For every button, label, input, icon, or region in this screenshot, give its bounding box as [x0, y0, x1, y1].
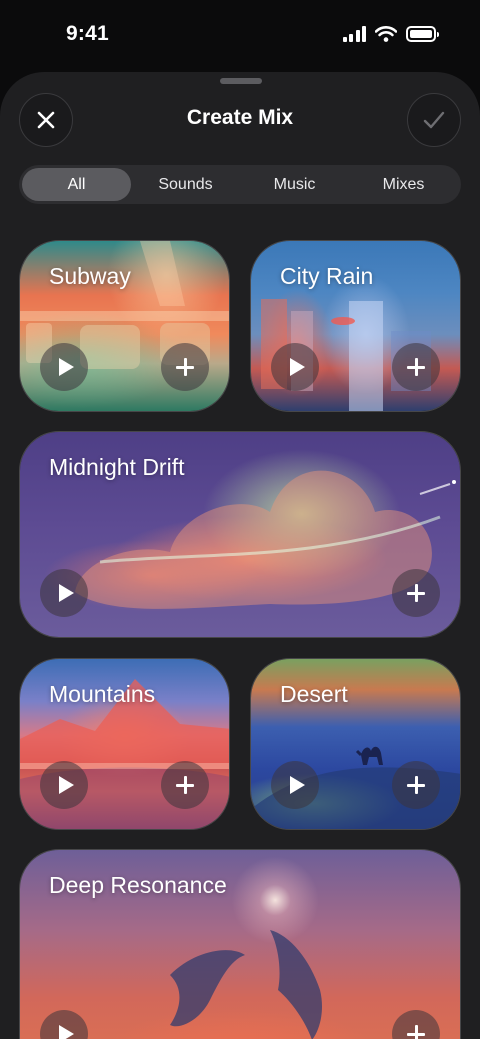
add-button[interactable]: [392, 761, 440, 809]
play-button[interactable]: [40, 761, 88, 809]
plus-icon: [176, 776, 194, 794]
card-title: Midnight Drift: [49, 454, 185, 480]
wifi-icon: [375, 26, 397, 42]
card-title: City Rain: [280, 263, 374, 289]
battery-icon: [406, 26, 439, 42]
card-title: Mountains: [49, 681, 156, 707]
tab-sounds[interactable]: Sounds: [131, 168, 240, 201]
tab-all[interactable]: All: [22, 168, 131, 201]
add-button[interactable]: [161, 343, 209, 391]
plus-icon: [407, 1025, 425, 1039]
card-title: Deep Resonance: [49, 872, 227, 898]
play-icon: [58, 584, 74, 602]
add-button[interactable]: [161, 761, 209, 809]
card-title: Subway: [49, 263, 131, 289]
category-segmented-control: All Sounds Music Mixes: [19, 165, 461, 204]
status-icons: [342, 26, 439, 42]
create-mix-sheet: Create Mix All Sounds Music Mixes Subway: [0, 72, 480, 1039]
play-button[interactable]: [40, 569, 88, 617]
status-time: 9:41: [66, 22, 109, 45]
plus-icon: [407, 776, 425, 794]
play-button[interactable]: [271, 761, 319, 809]
sound-card-city-rain[interactable]: City Rain: [250, 240, 461, 412]
add-button[interactable]: [392, 343, 440, 391]
add-button[interactable]: [392, 569, 440, 617]
tab-music[interactable]: Music: [240, 168, 349, 201]
sound-card-mountains[interactable]: Mountains: [19, 658, 230, 830]
confirm-button[interactable]: [407, 93, 461, 147]
play-icon: [58, 776, 74, 794]
sound-card-deep-resonance[interactable]: Deep Resonance: [19, 849, 461, 1039]
play-icon: [58, 358, 74, 376]
sound-card-desert[interactable]: Desert: [250, 658, 461, 830]
tab-mixes[interactable]: Mixes: [349, 168, 458, 201]
play-icon: [58, 1025, 74, 1039]
status-bar: 9:41: [0, 0, 480, 72]
play-button[interactable]: [271, 343, 319, 391]
card-title: Desert: [280, 681, 348, 707]
play-button[interactable]: [40, 343, 88, 391]
play-icon: [289, 776, 305, 794]
sound-card-midnight-drift[interactable]: Midnight Drift: [19, 431, 461, 638]
checkmark-icon: [423, 111, 445, 129]
plus-icon: [407, 584, 425, 602]
cellular-signal-icon: [342, 26, 366, 42]
sound-card-subway[interactable]: Subway: [19, 240, 230, 412]
plus-icon: [407, 358, 425, 376]
sheet-grabber[interactable]: [220, 78, 262, 84]
play-icon: [289, 358, 305, 376]
plus-icon: [176, 358, 194, 376]
